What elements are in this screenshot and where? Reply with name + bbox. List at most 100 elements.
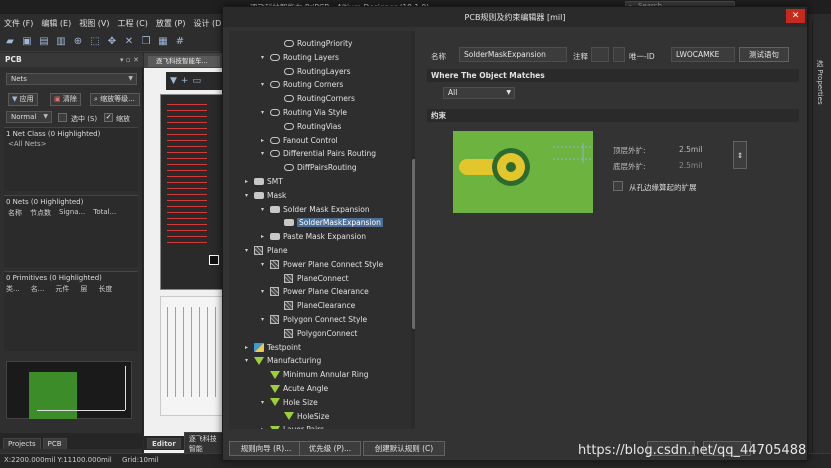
unique-id-field[interactable]: LWOCAMKE	[671, 47, 735, 62]
clear-button[interactable]: ▣ 清除	[50, 93, 81, 106]
menu-view[interactable]: 视图 (V)	[79, 18, 109, 29]
column-header[interactable]: 节点数	[30, 208, 51, 218]
board-minimap[interactable]	[6, 361, 132, 419]
menu-place[interactable]: 放置 (P)	[156, 18, 186, 29]
tree-item[interactable]: Acute Angle	[259, 382, 328, 395]
rule-wizard-button[interactable]: 规则向导 (R)...	[229, 441, 303, 456]
expand-toggle-icon[interactable]: ▾	[259, 109, 266, 116]
scrollbar-thumb[interactable]	[412, 159, 415, 329]
expand-toggle-icon[interactable]: ▾	[259, 54, 266, 61]
expand-toggle-icon[interactable]: ▸	[243, 344, 250, 351]
print-icon[interactable]: ▥	[54, 35, 68, 49]
tab-projects[interactable]: Projects	[3, 438, 41, 449]
tree-item[interactable]: ▾ Routing Via Style	[259, 106, 347, 119]
tree-item[interactable]: ▾ Solder Mask Expansion	[259, 203, 370, 216]
comment-field[interactable]	[591, 47, 609, 62]
filter-icon[interactable]: ▼	[170, 76, 177, 86]
expand-toggle-icon[interactable]: ▾	[259, 206, 266, 213]
rect-select-icon[interactable]: ▭	[192, 76, 201, 86]
expand-toggle-icon[interactable]: ▸	[243, 178, 250, 185]
bottom-expansion-value[interactable]: 2.5mil	[679, 161, 702, 170]
expand-toggle-icon[interactable]: ▸	[259, 426, 266, 429]
rule-name-field[interactable]: SolderMaskExpansion	[459, 47, 567, 62]
expand-toggle-icon[interactable]: ▾	[259, 261, 266, 268]
menu-project[interactable]: 工程 (C)	[118, 18, 148, 29]
column-header[interactable]: 元件	[55, 284, 69, 294]
document-tab[interactable]: 逐飞科技智能车...	[148, 56, 220, 67]
column-header[interactable]: Total...	[93, 208, 116, 218]
link-toggle-button[interactable]: ⇕	[733, 141, 747, 169]
expand-toggle-icon[interactable]: ▾	[259, 399, 266, 406]
copy-icon[interactable]: ❐	[139, 35, 153, 49]
tree-item[interactable]: ▾ Routing Corners	[259, 78, 343, 91]
tree-item[interactable]: ▾ Manufacturing	[243, 354, 321, 367]
apply-button[interactable]: ▼ 应用	[8, 93, 38, 106]
priorities-button[interactable]: 优先级 (P)...	[299, 441, 361, 456]
tree-item[interactable]: ▾ Hole Size	[259, 396, 318, 409]
expand-toggle-icon[interactable]: ▾	[243, 192, 250, 199]
expand-toggle-icon[interactable]: ▾	[259, 288, 266, 295]
menu-design[interactable]: 设计 (D)	[193, 18, 224, 29]
tree-scrollbar[interactable]	[411, 31, 415, 429]
tree-item[interactable]: RoutingCorners	[273, 92, 355, 105]
panel-controls-icon[interactable]: ▾ ▫ ✕	[120, 53, 139, 67]
create-default-rules-button[interactable]: 创建默认规则 (C)	[363, 441, 445, 456]
tree-item[interactable]: Minimum Annular Ring	[259, 368, 369, 381]
tree-item[interactable]: RoutingVias	[273, 120, 341, 133]
column-header[interactable]: Signa...	[59, 208, 85, 218]
tree-item[interactable]: PlaneConnect	[273, 272, 349, 285]
tree-item[interactable]: ▸ Layer Pairs	[259, 423, 324, 429]
expand-toggle-icon[interactable]: ▾	[259, 316, 266, 323]
tree-item[interactable]: ▸ Fanout Control	[259, 134, 338, 147]
tree-item[interactable]: PolygonConnect	[273, 327, 357, 340]
zoom-checkbox[interactable]: ✓	[104, 113, 113, 122]
properties-panel-tab[interactable]: 选 Properties	[815, 60, 825, 105]
tented-checkbox[interactable]	[613, 181, 623, 191]
expand-toggle-icon[interactable]: ▾	[259, 150, 266, 157]
tree-item[interactable]: ▾ Plane	[243, 244, 288, 257]
zoom-level-button[interactable]: ⌕ 缩放等级...	[90, 93, 140, 106]
expand-toggle-icon[interactable]: ▸	[259, 137, 266, 144]
tree-item[interactable]: ▾ Polygon Connect Style	[259, 313, 367, 326]
save-icon[interactable]: ▣	[20, 35, 34, 49]
tree-item[interactable]: RoutingLayers	[273, 65, 351, 78]
tree-item[interactable]: ▸ Testpoint	[243, 341, 301, 354]
match-scope-select[interactable]: All ▼	[443, 87, 515, 99]
tree-item[interactable]: ▾ Power Plane Connect Style	[259, 258, 383, 271]
column-header[interactable]: 层	[80, 284, 87, 294]
tab-pcb[interactable]: PCB	[42, 438, 67, 449]
expand-toggle-icon[interactable]: ▸	[259, 233, 266, 240]
top-expansion-value[interactable]: 2.5mil	[679, 145, 702, 154]
cross-icon[interactable]: ✕	[122, 35, 136, 49]
tree-item[interactable]: ▸ SMT	[243, 175, 283, 188]
grid-icon[interactable]: #	[173, 35, 187, 49]
move-icon[interactable]: ✥	[105, 35, 119, 49]
add-icon[interactable]: +	[181, 76, 189, 86]
expand-toggle-icon[interactable]: ▾	[259, 81, 266, 88]
menu-edit[interactable]: 编辑 (E)	[41, 18, 71, 29]
pcb-board-view[interactable]	[160, 94, 224, 290]
menu-file[interactable]: 文件 (F)	[4, 18, 33, 29]
tree-item[interactable]: HoleSize	[273, 410, 329, 423]
mask-mode-select[interactable]: Normal ▼	[6, 111, 52, 123]
tree-item[interactable]: DiffPairsRouting	[273, 161, 357, 174]
tree-item[interactable]: PlaneClearance	[273, 299, 355, 312]
unique-id-toggle[interactable]	[613, 47, 625, 62]
save-all-icon[interactable]: ▤	[37, 35, 51, 49]
tree-item[interactable]: ▾ Differential Pairs Routing	[259, 147, 376, 160]
select-checkbox[interactable]	[58, 113, 67, 122]
tree-item[interactable]: ▸ Paste Mask Expansion	[259, 230, 366, 243]
column-header[interactable]: 名称	[8, 208, 22, 218]
list-item[interactable]: <All Nets>	[4, 140, 138, 148]
open-icon[interactable]: ▰	[3, 35, 17, 49]
paste-icon[interactable]: ▦	[156, 35, 170, 49]
tree-item[interactable]: RoutingPriority	[273, 37, 352, 50]
column-header[interactable]: 名...	[31, 284, 45, 294]
tree-item[interactable]: ▾ Routing Layers	[259, 51, 339, 64]
column-header[interactable]: 长度	[98, 284, 112, 294]
tree-item[interactable]: ▾ Mask	[243, 189, 286, 202]
zoom-icon[interactable]: ⊕	[71, 35, 85, 49]
tab-editor[interactable]: Editor	[147, 437, 181, 449]
select-icon[interactable]: ⬚	[88, 35, 102, 49]
column-header[interactable]: 类...	[6, 284, 20, 294]
